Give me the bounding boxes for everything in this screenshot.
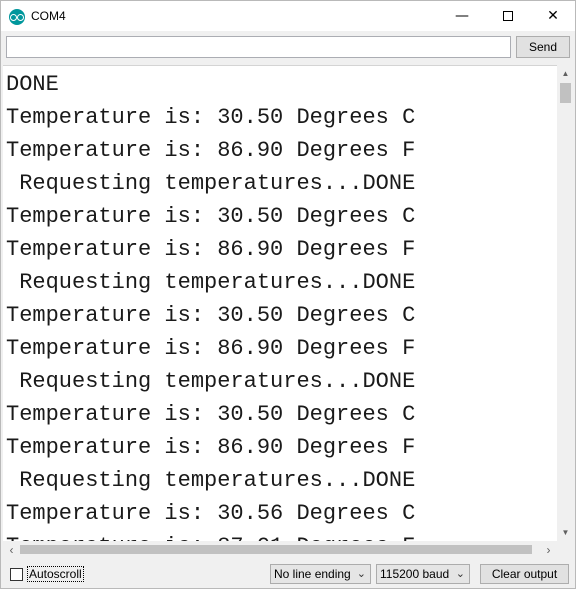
scroll-left-icon[interactable]: ‹ [3, 541, 20, 558]
chevron-down-icon: ⌄ [455, 568, 465, 580]
close-button[interactable]: ✕ [530, 1, 576, 31]
maximize-button[interactable] [485, 1, 531, 31]
output-line: Temperature is: 86.90 Degrees F [6, 435, 416, 460]
bottom-bar: Autoscroll No line ending ⌄ 115200 baud … [1, 559, 575, 588]
baud-rate-value: 115200 baud [380, 567, 450, 581]
autoscroll-toggle[interactable]: Autoscroll [10, 566, 84, 582]
minimize-button[interactable]: — [439, 1, 485, 31]
scroll-up-icon[interactable]: ▲ [557, 65, 574, 82]
output-line: Temperature is: 30.50 Degrees C [6, 303, 416, 328]
line-ending-select[interactable]: No line ending ⌄ [270, 564, 371, 584]
horizontal-scrollbar[interactable]: ‹ › [3, 541, 557, 558]
serial-input[interactable] [6, 36, 511, 58]
scroll-right-icon[interactable]: › [540, 541, 557, 558]
arduino-icon [9, 9, 25, 25]
output-line: Requesting temperatures...DONE [6, 171, 416, 196]
output-line: Requesting temperatures...DONE [6, 468, 416, 493]
chevron-down-icon: ⌄ [356, 568, 366, 580]
output-line: Requesting temperatures...DONE [6, 270, 416, 295]
title-bar[interactable]: COM4 — ✕ [1, 1, 575, 31]
output-line: Temperature is: 87.01 Degrees F [6, 530, 415, 541]
baud-rate-select[interactable]: 115200 baud ⌄ [376, 564, 470, 584]
autoscroll-label[interactable]: Autoscroll [27, 566, 84, 582]
output-line: DONE [6, 72, 59, 97]
autoscroll-checkbox[interactable] [10, 567, 23, 581]
send-bar: Send [1, 31, 575, 64]
output-line: Temperature is: 30.50 Degrees C [6, 105, 416, 130]
output-line: Temperature is: 86.90 Degrees F [6, 138, 416, 163]
output-line: Temperature is: 30.50 Degrees C [6, 204, 416, 229]
vertical-scroll-thumb[interactable] [560, 83, 571, 103]
output-line: Temperature is: 30.56 Degrees C [6, 501, 416, 526]
horizontal-scroll-thumb[interactable] [20, 545, 532, 554]
serial-output[interactable]: DONE Temperature is: 30.50 Degrees C Tempe… [3, 65, 557, 541]
clear-output-button[interactable]: Clear output [480, 564, 569, 584]
output-line: Temperature is: 86.90 Degrees F [6, 336, 416, 361]
vertical-scrollbar[interactable]: ▲ ▼ [557, 65, 574, 541]
send-button[interactable]: Send [516, 36, 570, 58]
output-line: Temperature is: 86.90 Degrees F [6, 237, 416, 262]
output-line: Requesting temperatures...DONE [6, 369, 416, 394]
scrollbar-corner [557, 541, 574, 558]
output-line: Temperature is: 30.50 Degrees C [6, 402, 416, 427]
scroll-down-icon[interactable]: ▼ [557, 524, 574, 541]
line-ending-value: No line ending [274, 567, 351, 581]
serial-monitor-window: COM4 — ✕ Send DONE Temperature is: 30.50 … [0, 0, 576, 589]
maximize-icon [503, 11, 513, 21]
window-title: COM4 [31, 9, 66, 23]
